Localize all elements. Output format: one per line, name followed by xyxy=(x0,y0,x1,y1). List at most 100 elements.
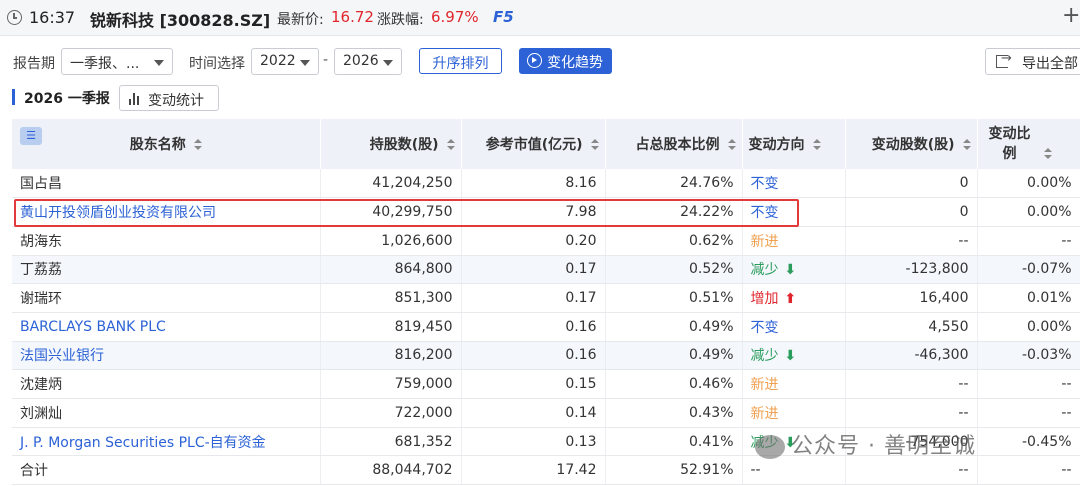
ratio-cell: 24.22% xyxy=(605,197,743,227)
chevron-down-icon xyxy=(154,60,164,66)
total-row: 合计 88,044,702 17.42 52.91% -- -- -- xyxy=(12,455,1080,486)
sort-icon[interactable] xyxy=(812,139,821,151)
shareholder-name[interactable]: BARCLAYS BANK PLC xyxy=(12,312,321,342)
table-row[interactable]: 胡海东 1,026,600 0.20 0.62% 新进 -- -- xyxy=(12,226,1080,256)
ratio-cell: 0.62% xyxy=(605,226,743,256)
table-row[interactable]: BARCLAYS BANK PLC 819,450 0.16 0.49% 不变 4,550… xyxy=(12,312,1080,342)
sort-icon[interactable] xyxy=(193,139,202,151)
shareholder-name: 胡海东 xyxy=(12,226,321,256)
clock-icon xyxy=(7,10,22,25)
market-value-cell: 0.20 xyxy=(461,226,606,256)
sort-icon[interactable] xyxy=(1043,148,1052,160)
change-shares-cell: 0 xyxy=(845,197,978,227)
ratio-cell: 0.49% xyxy=(605,312,743,342)
ratio-cell: 24.76% xyxy=(605,169,743,199)
direction-text: 减少 xyxy=(750,262,779,279)
sort-ascending-button[interactable]: 升序排列 xyxy=(419,48,502,74)
shares-cell: 40,299,750 xyxy=(320,197,462,227)
shares-cell: 851,300 xyxy=(320,283,462,313)
direction-text: 新进 xyxy=(750,405,779,422)
change-label: 涨跌幅: xyxy=(377,12,424,28)
shares-cell: 722,000 xyxy=(320,398,462,428)
section-marker xyxy=(12,89,15,105)
change-shares-cell: -- xyxy=(845,369,978,399)
change-stats-label: 变动统计 xyxy=(148,93,204,109)
direction-cell: 新进 xyxy=(742,226,846,256)
direction-cell: 减少 ⬇ xyxy=(742,255,846,285)
change-ratio-cell: -0.45% xyxy=(977,427,1080,457)
change-stats-button[interactable]: 变动统计 xyxy=(119,85,219,111)
arrow-up-icon: ⬆ xyxy=(784,291,797,308)
market-value-cell: 7.98 xyxy=(461,197,606,227)
period-select[interactable]: 一季报、... xyxy=(61,48,173,75)
total-change-shares: -- xyxy=(845,455,978,486)
change-percent: 6.97% xyxy=(431,8,479,26)
change-shares-cell: 4,550 xyxy=(845,312,978,342)
trend-button[interactable]: 变化趋势 xyxy=(519,48,612,74)
shareholder-name: 谢瑞环 xyxy=(12,283,321,313)
arrow-down-icon: ⬇ xyxy=(784,262,797,279)
market-value-cell: 0.17 xyxy=(461,283,606,313)
section-title: 2026 一季报 xyxy=(24,91,110,107)
col-header-value[interactable]: 参考市值(亿元) xyxy=(461,119,606,169)
sort-icon[interactable] xyxy=(727,139,736,151)
sort-icon[interactable] xyxy=(446,139,455,151)
time-display: 16:37 xyxy=(29,8,76,27)
table-row[interactable]: 丁荔荔 864,800 0.17 0.52% 减少 ⬇ -123,800 -0.07% xyxy=(12,255,1080,285)
refresh-f5-button[interactable]: F5 xyxy=(493,8,514,26)
col-header-name[interactable]: ☰ 股东名称 xyxy=(12,119,321,169)
shareholder-name: 沈建炳 xyxy=(12,369,321,399)
direction-cell: 不变 xyxy=(742,312,846,342)
play-icon xyxy=(527,53,542,68)
direction-text: 减少 xyxy=(750,348,779,365)
ratio-cell: 0.46% xyxy=(605,369,743,399)
change-ratio-cell: -- xyxy=(977,369,1080,399)
market-value-cell: 0.17 xyxy=(461,255,606,285)
bar-chart-icon xyxy=(129,93,141,105)
direction-text: 新进 xyxy=(750,233,779,250)
arrow-down-icon: ⬇ xyxy=(784,348,797,365)
change-ratio-cell: -0.07% xyxy=(977,255,1080,285)
change-ratio-cell: -0.03% xyxy=(977,341,1080,371)
year-to-select[interactable]: 2026 xyxy=(334,48,402,75)
market-value-cell: 0.16 xyxy=(461,341,606,371)
table-row[interactable]: 黄山开投领盾创业投资有限公司 40,299,750 7.98 24.22% 不变 0 0.0… xyxy=(12,197,1080,227)
direction-text: 新进 xyxy=(750,377,779,394)
sort-icon[interactable] xyxy=(962,139,971,151)
ratio-cell: 0.51% xyxy=(605,283,743,313)
change-ratio-cell: 0.00% xyxy=(977,169,1080,199)
table-row[interactable]: 法国兴业银行 816,200 0.16 0.49% 减少 ⬇ -46,300 -0.03% xyxy=(12,341,1080,371)
table-row[interactable]: 国占昌 41,204,250 8.16 24.76% 不变 0 0.00% xyxy=(12,169,1080,199)
direction-text: 不变 xyxy=(750,176,779,193)
range-dash: - xyxy=(323,52,329,68)
change-shares-cell: -- xyxy=(845,226,978,256)
col-header-shares[interactable]: 持股数(股) xyxy=(320,119,462,169)
export-icon xyxy=(996,51,1012,68)
direction-cell: 不变 xyxy=(742,169,846,199)
wechat-icon xyxy=(755,435,785,459)
shareholder-name[interactable]: 黄山开投领盾创业投资有限公司 xyxy=(12,197,321,227)
column-menu-icon[interactable]: ☰ xyxy=(20,127,42,145)
col-header-direction[interactable]: 变动方向 xyxy=(742,119,846,169)
year-from-select[interactable]: 2022 xyxy=(251,48,319,75)
shareholder-name[interactable]: J. P. Morgan Securities PLC-自有资金 xyxy=(12,427,321,457)
stock-title: 锐新科技 [300828.SZ] xyxy=(90,11,271,30)
table-row[interactable]: 刘渊灿 722,000 0.14 0.43% 新进 -- -- xyxy=(12,398,1080,428)
total-label: 合计 xyxy=(12,455,321,486)
add-button[interactable]: + xyxy=(1062,3,1080,28)
direction-cell: 减少 ⬇ xyxy=(742,341,846,371)
col-header-change-ratio[interactable]: 变动比例 xyxy=(977,119,1080,169)
table-row[interactable]: 谢瑞环 851,300 0.17 0.51% 增加 ⬆ 16,400 0.01% xyxy=(12,283,1080,313)
shareholder-name[interactable]: 法国兴业银行 xyxy=(12,341,321,371)
change-shares-cell: -46,300 xyxy=(845,341,978,371)
export-all-button[interactable]: 导出全部 xyxy=(985,48,1080,75)
col-header-ratio[interactable]: 占总股本比例 xyxy=(605,119,743,169)
sort-icon[interactable] xyxy=(590,139,599,151)
total-value: 17.42 xyxy=(461,455,606,486)
direction-text: 不变 xyxy=(750,205,779,222)
col-header-change-shares[interactable]: 变动股数(股) xyxy=(845,119,978,169)
watermark: 公众号 · 善明至诚 xyxy=(755,428,976,460)
year-to-value: 2026 xyxy=(343,53,379,69)
table-row[interactable]: 沈建炳 759,000 0.15 0.46% 新进 -- -- xyxy=(12,369,1080,399)
shares-cell: 759,000 xyxy=(320,369,462,399)
